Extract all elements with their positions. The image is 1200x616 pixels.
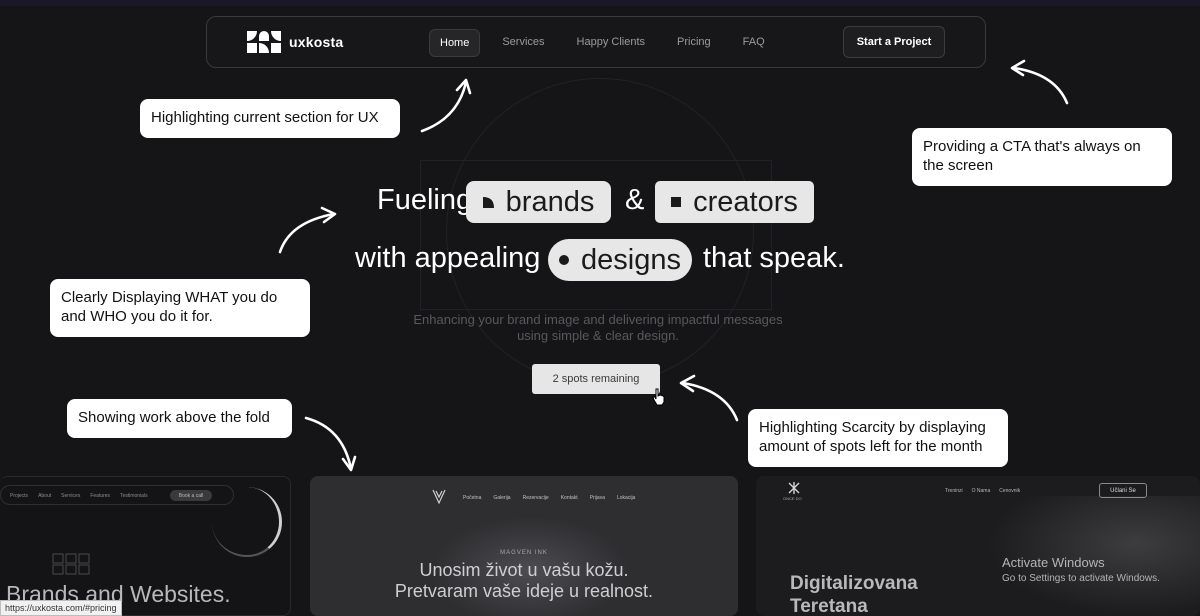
card1-nav-menu: Projects About Services Features Testimo… xyxy=(10,493,148,499)
card2-nav-item: Galerija xyxy=(493,495,511,501)
card3-nav-item: O Nama xyxy=(971,488,991,494)
card3-nav-item: Treninzi xyxy=(945,488,963,494)
card3-nav-menu: Treninzi O Nama Cenovnik xyxy=(945,488,1020,494)
card3-logo-icon xyxy=(788,482,800,494)
card2-headline-line1: Unosim život u vašu kožu. xyxy=(419,560,629,580)
card1-nav-item: Projects xyxy=(10,493,29,499)
card2-headline: Unosim život u vašu kožu. Pretvaram vaše… xyxy=(310,560,738,602)
card1-nav-item: Features xyxy=(90,493,111,499)
card1-nav-item: About xyxy=(38,493,52,499)
watermark-subtitle: Go to Settings to activate Windows. xyxy=(1002,573,1160,584)
card1-book-call-button: Book a call xyxy=(170,490,212,501)
portfolio-card-agency[interactable]: Projects About Services Features Testimo… xyxy=(0,476,291,616)
portfolio-card-gym[interactable]: ONCE DO Treninzi O Nama Cenovnik Učlani … xyxy=(756,476,1200,616)
card1-nav-item: Services xyxy=(61,493,81,499)
card3-nav-item: Cenovnik xyxy=(999,488,1021,494)
card2-headline-line2: Pretvaram vaše ideje u realnost. xyxy=(394,581,654,601)
card3-join-button: Učlani Se xyxy=(1099,483,1147,498)
card3-headline-line1: Digitalizovana xyxy=(790,573,918,594)
card1-logo-outline-icon xyxy=(52,553,90,575)
card2-nav-menu: Početna Galerija Rezervacije Kontakt Pri… xyxy=(463,495,635,501)
card2-nav-item: Početna xyxy=(463,495,482,501)
card2-nav-item: Lokacija xyxy=(616,495,636,501)
card3-brand: ONCE DO xyxy=(783,496,802,501)
card2-nav-item: Prijava xyxy=(589,495,605,501)
windows-activation-watermark: Activate Windows Go to Settings to activ… xyxy=(1002,555,1160,584)
watermark-title: Activate Windows xyxy=(1002,555,1105,570)
arrow-to-home-icon xyxy=(420,80,468,133)
card2-logo-icon xyxy=(432,489,446,505)
card3-headline-line2: Teretana xyxy=(790,596,868,616)
card2-nav-item: Kontakt xyxy=(560,495,578,501)
card3-headline: Digitalizovana Teretana xyxy=(790,572,918,616)
browser-status-url: https://uxkosta.com/#pricing xyxy=(0,600,122,616)
card2-eyebrow: MAGVEN INK xyxy=(500,550,548,556)
card1-arc-decoration xyxy=(212,487,282,557)
card1-nav-item: Testimonials xyxy=(120,493,148,499)
portfolio-card-tattoo[interactable]: Početna Galerija Rezervacije Kontakt Pri… xyxy=(310,476,738,616)
card2-nav-item: Rezervacije xyxy=(522,495,549,501)
